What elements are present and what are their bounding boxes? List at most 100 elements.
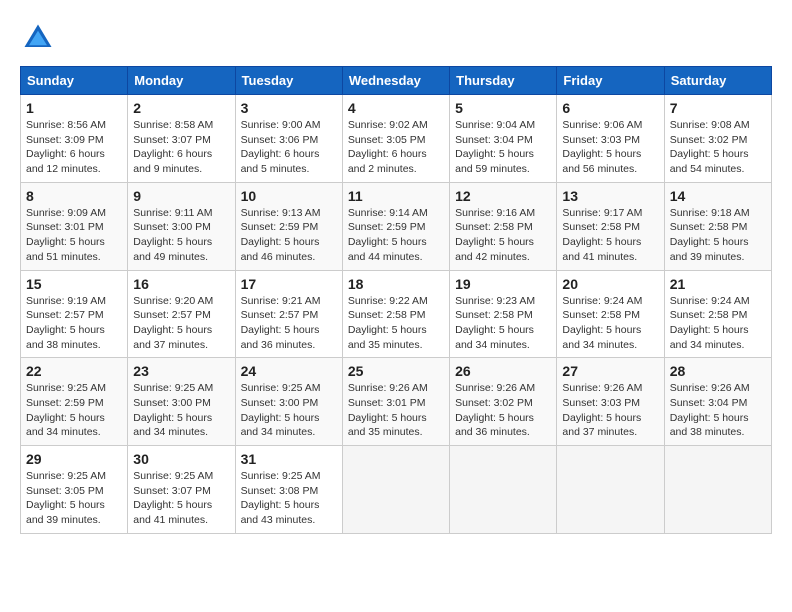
day-sunrise: Sunrise: 9:25 AM [241,470,321,482]
day-sunrise: Sunrise: 9:25 AM [133,382,213,394]
calendar-day-cell: 13 Sunrise: 9:17 AM Sunset: 2:58 PM Dayl… [557,182,664,270]
weekday-header-thursday: Thursday [450,67,557,95]
calendar-day-cell: 22 Sunrise: 9:25 AM Sunset: 2:59 PM Dayl… [21,358,128,446]
day-sunset: Sunset: 3:02 PM [455,397,533,409]
day-number: 2 [133,100,229,116]
calendar-day-cell: 25 Sunrise: 9:26 AM Sunset: 3:01 PM Dayl… [342,358,449,446]
day-sunset: Sunset: 2:57 PM [26,309,104,321]
calendar-day-cell: 21 Sunrise: 9:24 AM Sunset: 2:58 PM Dayl… [664,270,771,358]
day-number: 8 [26,188,122,204]
day-sunrise: Sunrise: 9:26 AM [670,382,750,394]
day-daylight: Daylight: 5 hours and 34 minutes. [670,324,749,351]
day-number: 11 [348,188,444,204]
day-number: 29 [26,451,122,467]
day-sunrise: Sunrise: 9:22 AM [348,295,428,307]
calendar-day-cell: 28 Sunrise: 9:26 AM Sunset: 3:04 PM Dayl… [664,358,771,446]
day-number: 28 [670,363,766,379]
day-sunrise: Sunrise: 9:26 AM [348,382,428,394]
day-sunset: Sunset: 2:57 PM [133,309,211,321]
calendar-day-cell: 4 Sunrise: 9:02 AM Sunset: 3:05 PM Dayli… [342,95,449,183]
day-sunset: Sunset: 2:58 PM [348,309,426,321]
calendar-week-row: 29 Sunrise: 9:25 AM Sunset: 3:05 PM Dayl… [21,446,772,534]
day-daylight: Daylight: 5 hours and 59 minutes. [455,148,534,175]
calendar-day-cell [557,446,664,534]
day-number: 18 [348,276,444,292]
day-sunset: Sunset: 3:00 PM [133,397,211,409]
day-sunset: Sunset: 3:07 PM [133,485,211,497]
day-number: 17 [241,276,337,292]
day-number: 22 [26,363,122,379]
day-sunset: Sunset: 2:58 PM [562,309,640,321]
calendar-day-cell: 5 Sunrise: 9:04 AM Sunset: 3:04 PM Dayli… [450,95,557,183]
day-daylight: Daylight: 5 hours and 34 minutes. [241,412,320,439]
day-sunrise: Sunrise: 9:17 AM [562,207,642,219]
day-number: 31 [241,451,337,467]
calendar-day-cell: 27 Sunrise: 9:26 AM Sunset: 3:03 PM Dayl… [557,358,664,446]
day-daylight: Daylight: 6 hours and 9 minutes. [133,148,212,175]
weekday-header-saturday: Saturday [664,67,771,95]
day-number: 4 [348,100,444,116]
day-sunrise: Sunrise: 9:11 AM [133,207,212,219]
day-sunset: Sunset: 3:03 PM [562,397,640,409]
day-daylight: Daylight: 5 hours and 49 minutes. [133,236,212,263]
day-daylight: Daylight: 5 hours and 43 minutes. [241,499,320,526]
calendar-week-row: 8 Sunrise: 9:09 AM Sunset: 3:01 PM Dayli… [21,182,772,270]
day-daylight: Daylight: 5 hours and 34 minutes. [133,412,212,439]
day-sunset: Sunset: 3:08 PM [241,485,319,497]
day-daylight: Daylight: 5 hours and 39 minutes. [670,236,749,263]
weekday-header-sunday: Sunday [21,67,128,95]
day-number: 20 [562,276,658,292]
calendar-day-cell: 20 Sunrise: 9:24 AM Sunset: 2:58 PM Dayl… [557,270,664,358]
day-sunset: Sunset: 3:05 PM [348,134,426,146]
day-daylight: Daylight: 6 hours and 2 minutes. [348,148,427,175]
day-sunset: Sunset: 2:58 PM [562,221,640,233]
calendar-day-cell: 24 Sunrise: 9:25 AM Sunset: 3:00 PM Dayl… [235,358,342,446]
calendar-day-cell: 23 Sunrise: 9:25 AM Sunset: 3:00 PM Dayl… [128,358,235,446]
day-sunset: Sunset: 2:58 PM [455,221,533,233]
day-number: 14 [670,188,766,204]
day-daylight: Daylight: 5 hours and 36 minutes. [241,324,320,351]
day-sunrise: Sunrise: 9:18 AM [670,207,750,219]
day-daylight: Daylight: 5 hours and 46 minutes. [241,236,320,263]
day-sunset: Sunset: 3:01 PM [348,397,426,409]
calendar-day-cell: 30 Sunrise: 9:25 AM Sunset: 3:07 PM Dayl… [128,446,235,534]
day-sunset: Sunset: 3:04 PM [455,134,533,146]
day-sunset: Sunset: 2:58 PM [455,309,533,321]
day-sunrise: Sunrise: 9:25 AM [241,382,321,394]
calendar-day-cell: 11 Sunrise: 9:14 AM Sunset: 2:59 PM Dayl… [342,182,449,270]
day-number: 12 [455,188,551,204]
calendar-day-cell: 8 Sunrise: 9:09 AM Sunset: 3:01 PM Dayli… [21,182,128,270]
day-sunrise: Sunrise: 9:24 AM [562,295,642,307]
day-sunset: Sunset: 3:07 PM [133,134,211,146]
day-sunrise: Sunrise: 9:25 AM [26,382,106,394]
day-daylight: Daylight: 5 hours and 56 minutes. [562,148,641,175]
day-daylight: Daylight: 5 hours and 34 minutes. [562,324,641,351]
day-sunrise: Sunrise: 9:02 AM [348,119,428,131]
calendar-day-cell: 14 Sunrise: 9:18 AM Sunset: 2:58 PM Dayl… [664,182,771,270]
day-daylight: Daylight: 5 hours and 54 minutes. [670,148,749,175]
day-daylight: Daylight: 5 hours and 44 minutes. [348,236,427,263]
day-daylight: Daylight: 5 hours and 37 minutes. [133,324,212,351]
calendar-week-row: 22 Sunrise: 9:25 AM Sunset: 2:59 PM Dayl… [21,358,772,446]
day-sunset: Sunset: 3:00 PM [133,221,211,233]
day-sunset: Sunset: 3:09 PM [26,134,104,146]
day-number: 26 [455,363,551,379]
day-daylight: Daylight: 6 hours and 5 minutes. [241,148,320,175]
day-sunrise: Sunrise: 9:16 AM [455,207,535,219]
day-daylight: Daylight: 5 hours and 34 minutes. [455,324,534,351]
weekday-header-monday: Monday [128,67,235,95]
logo-icon [20,20,56,56]
day-daylight: Daylight: 5 hours and 41 minutes. [133,499,212,526]
day-sunset: Sunset: 3:04 PM [670,397,748,409]
day-daylight: Daylight: 5 hours and 42 minutes. [455,236,534,263]
day-sunset: Sunset: 2:58 PM [670,221,748,233]
day-sunrise: Sunrise: 9:09 AM [26,207,106,219]
day-number: 19 [455,276,551,292]
day-sunrise: Sunrise: 9:21 AM [241,295,321,307]
calendar-day-cell: 1 Sunrise: 8:56 AM Sunset: 3:09 PM Dayli… [21,95,128,183]
day-sunrise: Sunrise: 9:06 AM [562,119,642,131]
calendar-day-cell: 12 Sunrise: 9:16 AM Sunset: 2:58 PM Dayl… [450,182,557,270]
logo [20,20,58,56]
day-number: 27 [562,363,658,379]
day-sunset: Sunset: 3:02 PM [670,134,748,146]
